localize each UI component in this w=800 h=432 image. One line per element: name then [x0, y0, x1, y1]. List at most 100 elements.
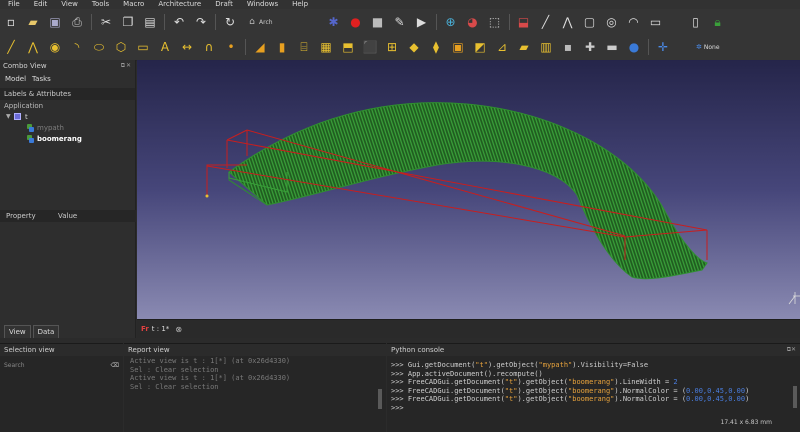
- panel-icon[interactable]: ▰: [516, 39, 532, 55]
- menu-macro[interactable]: Macro: [115, 0, 150, 9]
- run-macro-icon[interactable]: ▶: [414, 14, 430, 30]
- arc-draw-icon[interactable]: ◝: [69, 39, 85, 55]
- circle-draw-icon[interactable]: ◉: [47, 39, 63, 55]
- console-token: "boomerang": [568, 395, 615, 404]
- menu-edit[interactable]: Edit: [26, 0, 54, 9]
- value-column-header: Value: [58, 212, 78, 220]
- equipment-icon[interactable]: ▥: [538, 39, 554, 55]
- console-token: 0.00,0.45,0.00: [686, 386, 746, 395]
- lock-icon[interactable]: 🔒︎: [710, 14, 726, 30]
- draw-style-icon[interactable]: ◕: [465, 14, 481, 30]
- menu-view[interactable]: View: [53, 0, 84, 9]
- open-document-icon[interactable]: ▰: [25, 14, 41, 30]
- structure-icon[interactable]: ▮: [274, 39, 290, 55]
- bspline-icon[interactable]: ∩: [201, 39, 217, 55]
- edit-macro-icon[interactable]: ✎: [392, 14, 408, 30]
- tree-object-boomerang[interactable]: boomerang: [0, 133, 135, 144]
- 3d-viewport[interactable]: [137, 60, 800, 319]
- console-scrollbar[interactable]: [793, 386, 797, 408]
- snap-icon[interactable]: ✛: [655, 39, 671, 55]
- sphere-icon[interactable]: ●: [626, 39, 642, 55]
- axis-icon[interactable]: ⧫: [428, 39, 444, 55]
- undo-icon[interactable]: ↶: [171, 14, 187, 30]
- building-icon[interactable]: ⬒: [340, 39, 356, 55]
- expand-arrow-icon[interactable]: ▼: [6, 113, 14, 120]
- bounding-box-icon[interactable]: ⬚: [487, 14, 503, 30]
- print-icon[interactable]: ⎙: [69, 14, 85, 30]
- paste-icon[interactable]: ▤: [142, 14, 158, 30]
- window-icon[interactable]: ⊞: [384, 39, 400, 55]
- arc-icon[interactable]: ◠: [626, 14, 642, 30]
- box-icon[interactable]: ▭: [648, 14, 664, 30]
- point-icon[interactable]: •: [223, 39, 239, 55]
- menu-draft[interactable]: Draft: [207, 0, 239, 9]
- close-tab-icon[interactable]: ⊗: [175, 325, 182, 334]
- rebar-icon[interactable]: ⌸: [296, 39, 312, 55]
- copy-icon[interactable]: ❐: [120, 14, 136, 30]
- polyline-icon[interactable]: ╱: [538, 14, 554, 30]
- python-console-output[interactable]: >>> Gui.getDocument("t").getObject("mypa…: [387, 356, 800, 413]
- site-icon[interactable]: ⬛: [362, 39, 378, 55]
- record-macro-icon[interactable]: ●: [348, 14, 364, 30]
- menu-tools[interactable]: Tools: [84, 0, 115, 9]
- snap-mode-select[interactable]: ✲ None: [696, 43, 720, 51]
- space-icon[interactable]: ◩: [472, 39, 488, 55]
- stairs-icon[interactable]: ⊿: [494, 39, 510, 55]
- menu-windows[interactable]: Windows: [239, 0, 284, 9]
- part-icon[interactable]: ▯: [688, 14, 704, 30]
- report-scrollbar[interactable]: [378, 389, 382, 409]
- selection-search-input[interactable]: Search ⌫: [2, 360, 121, 370]
- wall-icon[interactable]: ◢: [252, 39, 268, 55]
- report-view-title: Report view: [128, 346, 170, 354]
- line-icon[interactable]: ╱: [3, 39, 19, 55]
- tab-view[interactable]: View: [4, 325, 31, 338]
- text-icon[interactable]: A: [157, 39, 173, 55]
- sweep-object-icon: [26, 134, 34, 143]
- menu-help[interactable]: Help: [284, 0, 314, 9]
- combo-view-panel: Combo View ⧉✕ Model Tasks Labels & Attri…: [0, 60, 136, 338]
- tab-tasks[interactable]: Tasks: [30, 75, 55, 83]
- remove-icon[interactable]: ▬: [604, 39, 620, 55]
- console-token: >>>: [391, 361, 408, 369]
- add-icon[interactable]: ✚: [582, 39, 598, 55]
- document-icon: [14, 113, 21, 120]
- new-document-icon[interactable]: ▫: [3, 14, 19, 30]
- console-token: FreeCADGui.getDocument(: [407, 378, 505, 387]
- panel-controls-icon[interactable]: ⧉✕: [787, 346, 796, 354]
- report-view-log: Active view is t : 1[*] (at 0x26d4330) Se…: [124, 356, 386, 391]
- roof-icon[interactable]: ◆: [406, 39, 422, 55]
- boomerang-sweep[interactable]: [228, 102, 708, 280]
- panel-controls-icon[interactable]: ⧉✕: [121, 62, 132, 70]
- ellipse-icon[interactable]: ⬭: [91, 39, 107, 55]
- tab-data[interactable]: Data: [32, 325, 60, 338]
- rectangle-icon[interactable]: ▢: [582, 14, 598, 30]
- draft-arch-toolbar: ╱ ⋀ ◉ ◝ ⬭ ⬡ ▭ A ↔ ∩ • ◢ ▮ ⌸ ▦ ⬒ ⬛ ⊞ ◆ ⧫ …: [0, 34, 800, 61]
- section-icon[interactable]: ▣: [450, 39, 466, 55]
- circle-icon[interactable]: ◎: [604, 14, 620, 30]
- stop-macro-icon[interactable]: ■: [370, 14, 386, 30]
- menu-file[interactable]: File: [0, 0, 26, 9]
- floor-icon[interactable]: ▦: [318, 39, 334, 55]
- wire-icon[interactable]: ⋀: [560, 14, 576, 30]
- dimension-icon[interactable]: ↔: [179, 39, 195, 55]
- tree-object-mypath[interactable]: mypath: [0, 122, 135, 133]
- rectangle-draw-icon[interactable]: ▭: [135, 39, 151, 55]
- wire-draw-icon[interactable]: ⋀: [25, 39, 41, 55]
- cut-icon[interactable]: ✂: [98, 14, 114, 30]
- document-tab-t[interactable]: Fr t : 1* ⊗: [141, 325, 182, 334]
- tab-model[interactable]: Model: [3, 75, 30, 83]
- menu-architecture[interactable]: Architecture: [150, 0, 207, 9]
- tree-document-t[interactable]: ▼ t: [0, 111, 135, 122]
- python-console-panel: Python console ⧉✕ >>> Gui.getDocument("t…: [387, 343, 800, 432]
- workbench-selector[interactable]: ⌂ Arch: [243, 15, 277, 29]
- frame-icon[interactable]: ▪: [560, 39, 576, 55]
- refresh-icon[interactable]: ↻: [222, 14, 238, 30]
- polygon-icon[interactable]: ⬡: [113, 39, 129, 55]
- macro-icon[interactable]: ✱: [326, 14, 342, 30]
- console-token: >>>: [391, 369, 408, 378]
- clear-search-icon[interactable]: ⌫: [111, 362, 119, 369]
- fit-all-icon[interactable]: ⊕: [443, 14, 459, 30]
- measure-icon[interactable]: ⬓: [516, 14, 532, 30]
- redo-icon[interactable]: ↷: [193, 14, 209, 30]
- save-icon[interactable]: ▣: [47, 14, 63, 30]
